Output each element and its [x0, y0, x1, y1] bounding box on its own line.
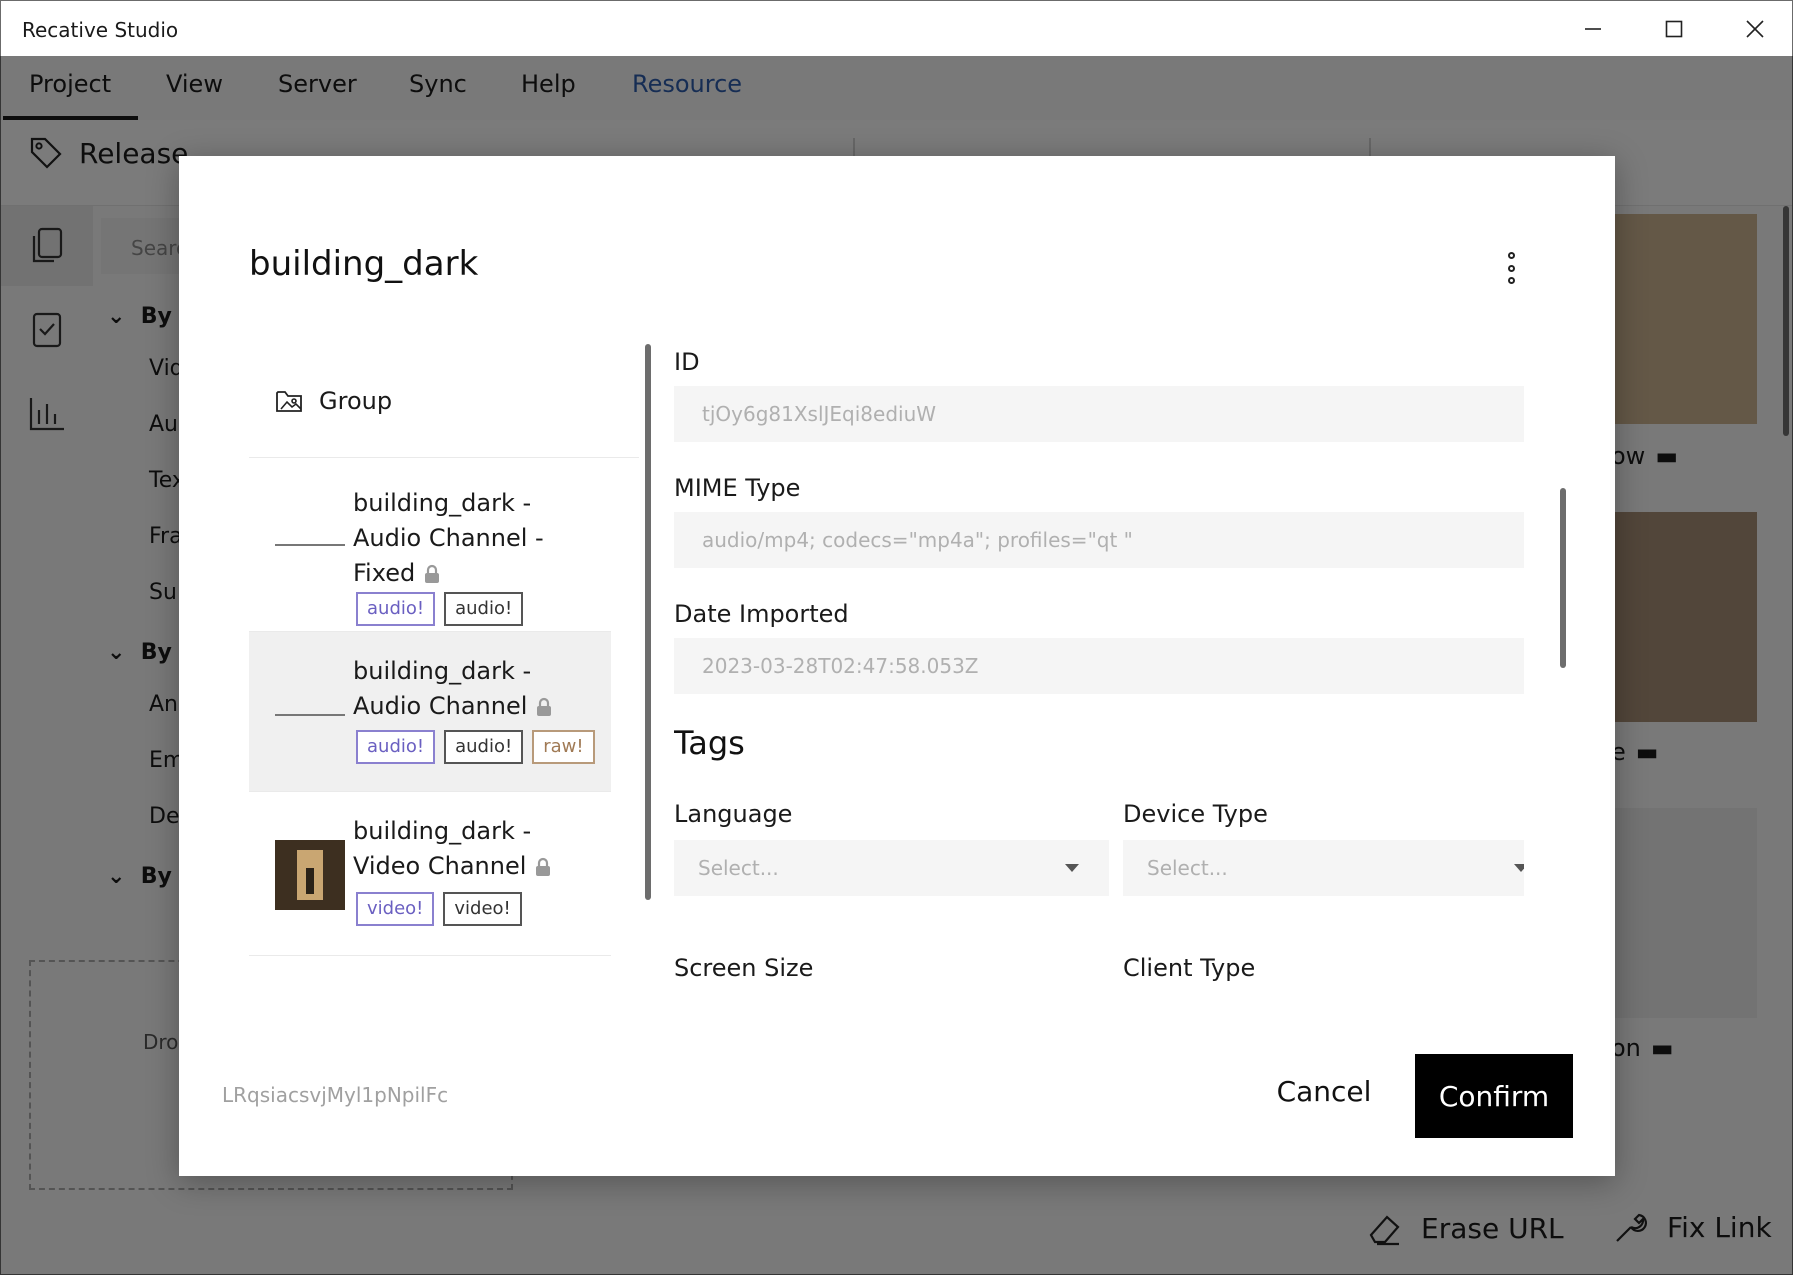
lock-icon: [537, 697, 552, 716]
kebab-dot: [1507, 264, 1515, 272]
mime-type-label: MIME Type: [674, 474, 801, 502]
audio-waveform-thumbnail: [275, 510, 345, 580]
dialog-title: building_dark: [249, 244, 479, 284]
kebab-dot: [1507, 252, 1515, 259]
cancel-button[interactable]: Cancel: [1264, 1056, 1384, 1126]
device-type-placeholder: Select...: [1147, 856, 1228, 880]
window-titlebar: Recative Studio: [0, 0, 1793, 56]
tag-chip: audio!: [444, 730, 524, 764]
form-scrollbar[interactable]: [1560, 488, 1566, 668]
lock-icon: [536, 857, 551, 876]
screen-size-label: Screen Size: [674, 954, 814, 982]
resource-form: ID tjOy6g81XslJEqi8ediuW MIME Type audio…: [674, 344, 1524, 994]
group-label: Group: [319, 386, 393, 415]
id-field[interactable]: tjOy6g81XslJEqi8ediuW: [674, 386, 1524, 442]
tag-chip: video!: [443, 892, 522, 926]
tag-list: audio! audio!: [356, 592, 524, 626]
channel-list: Group building_dark - Audio Channel - Fi…: [249, 344, 644, 1044]
group-item[interactable]: Group: [249, 344, 639, 458]
resource-id-footer: LRqsiacsvjMyl1pNpilFc: [222, 1083, 449, 1107]
kebab-dot: [1507, 277, 1515, 284]
language-select[interactable]: Select...: [674, 840, 1109, 896]
folder-image-icon: [276, 390, 302, 412]
close-icon: [1746, 20, 1764, 38]
close-window-button[interactable]: [1731, 9, 1779, 49]
tag-chip: audio!: [356, 592, 436, 626]
client-type-label: Client Type: [1123, 954, 1256, 982]
language-label: Language: [674, 800, 793, 828]
channel-item-selected[interactable]: building_dark - Audio Channel audio! aud…: [249, 632, 611, 792]
id-label: ID: [674, 348, 700, 376]
mime-type-field[interactable]: audio/mp4; codecs="mp4a"; profiles="qt ": [674, 512, 1524, 568]
tag-chip: audio!: [444, 592, 524, 626]
channel-title: building_dark - Video Channel: [353, 814, 603, 884]
tags-section-title: Tags: [674, 724, 745, 762]
channel-item[interactable]: building_dark - Video Channel video! vid…: [249, 792, 611, 956]
more-options-button[interactable]: [1499, 248, 1523, 288]
channel-title: building_dark - Audio Channel - Fixed: [353, 486, 603, 591]
channel-title-text: building_dark - Audio Channel: [353, 657, 532, 720]
device-type-label: Device Type: [1123, 800, 1268, 828]
tag-list: audio! audio! raw!: [356, 730, 595, 764]
tag-chip: raw!: [532, 730, 595, 764]
channel-title-text: building_dark - Video Channel: [353, 817, 532, 880]
date-imported-label: Date Imported: [674, 600, 849, 628]
channel-list-scrollbar[interactable]: [645, 344, 651, 900]
channel-item[interactable]: building_dark - Audio Channel - Fixed au…: [249, 458, 611, 632]
minimize-icon: [1585, 28, 1601, 30]
minimize-button[interactable]: [1569, 9, 1617, 49]
date-imported-field[interactable]: 2023-03-28T02:47:58.053Z: [674, 638, 1524, 694]
lock-icon: [425, 564, 440, 583]
window-title: Recative Studio: [22, 18, 179, 42]
tag-list: video! video!: [356, 892, 522, 926]
video-thumbnail: [275, 840, 345, 910]
audio-waveform-thumbnail: [275, 680, 345, 750]
chevron-down-icon: [1514, 864, 1524, 872]
chevron-down-icon: [1065, 864, 1079, 872]
language-placeholder: Select...: [698, 856, 779, 880]
maximize-button[interactable]: [1650, 9, 1698, 49]
confirm-button[interactable]: Confirm: [1415, 1054, 1573, 1138]
device-type-select[interactable]: Select...: [1123, 840, 1524, 896]
channel-title-text: building_dark - Audio Channel - Fixed: [353, 489, 544, 587]
channel-title: building_dark - Audio Channel: [353, 654, 603, 724]
tag-chip: audio!: [356, 730, 436, 764]
maximize-icon: [1665, 20, 1683, 38]
resource-dialog: building_dark Group building_dark - Audi…: [179, 156, 1615, 1176]
tag-chip: video!: [356, 892, 435, 926]
